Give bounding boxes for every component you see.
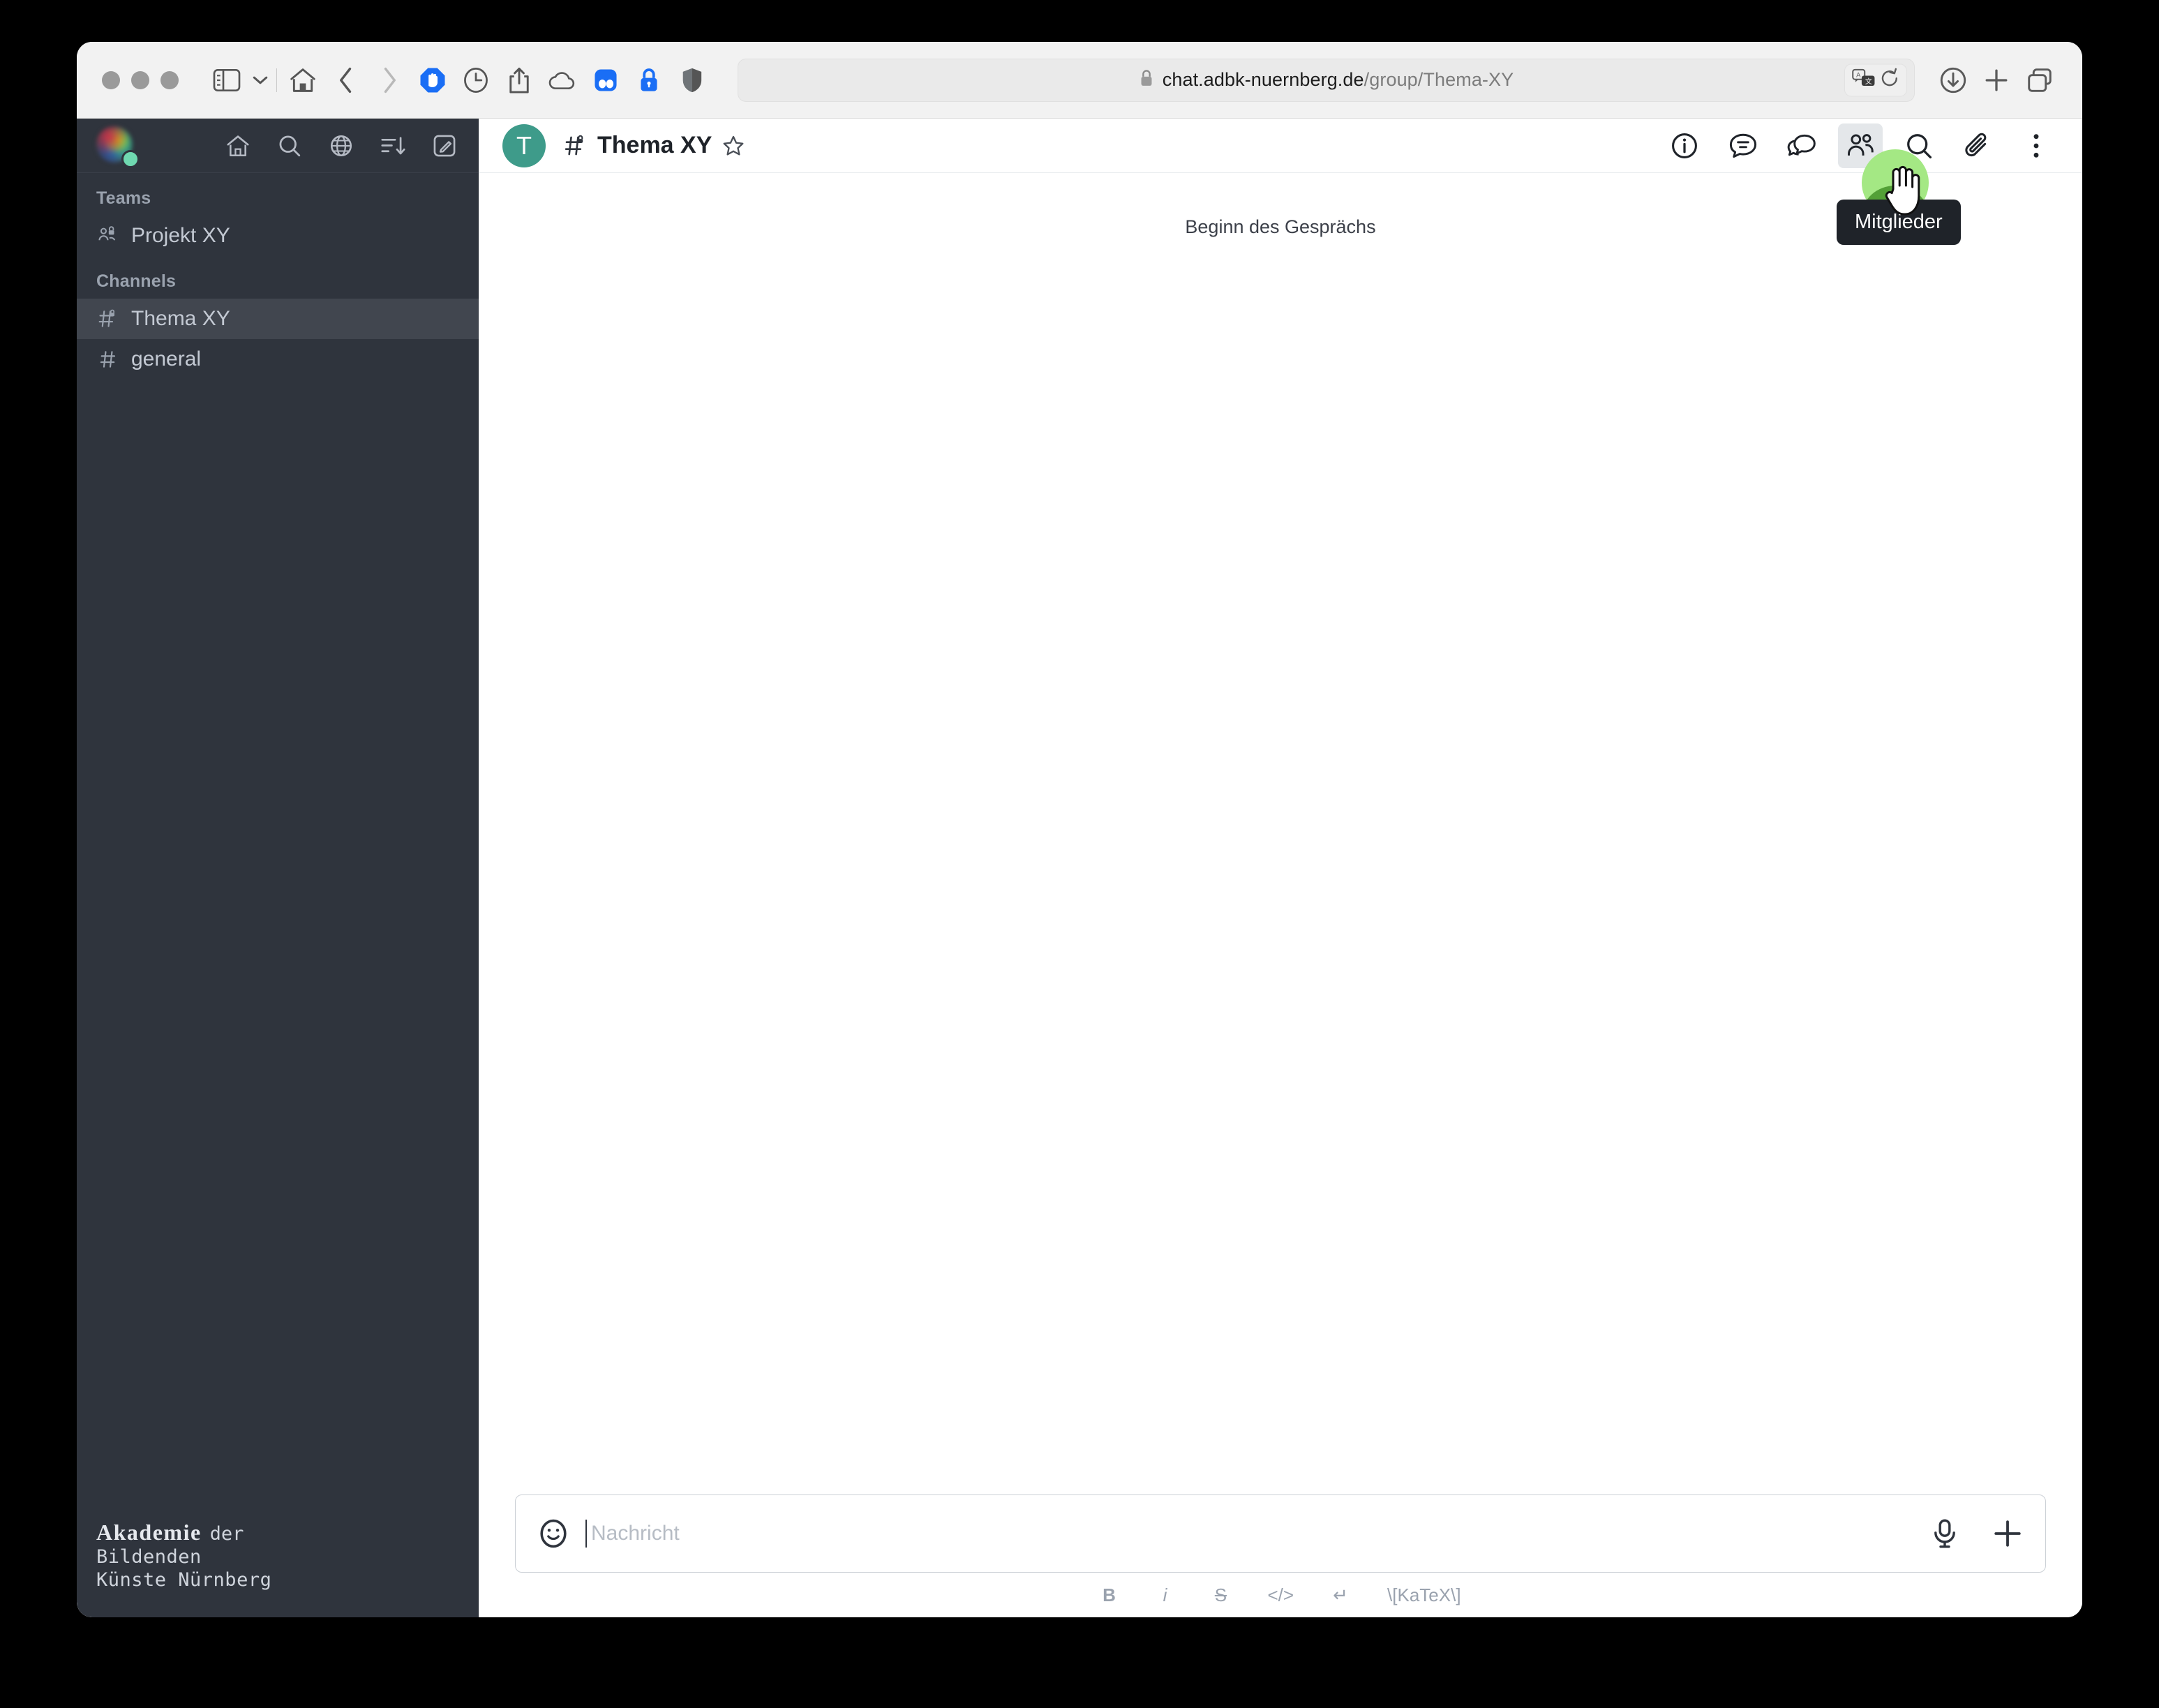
composer-area: B i S </> ↵ \[KaTeX\] xyxy=(479,1494,2082,1617)
sort-icon[interactable] xyxy=(380,133,406,159)
minimize-button[interactable] xyxy=(131,70,149,89)
chat-main: T Thema XY Beginn des Gesprächs Nachrich… xyxy=(479,119,2082,1617)
sidebar-section-channels: Channels xyxy=(96,271,177,291)
lock-icon xyxy=(1139,68,1154,91)
forward-icon xyxy=(368,59,411,102)
hash-icon xyxy=(96,347,120,371)
chat-header: T Thema XY xyxy=(479,119,2082,173)
share-icon[interactable] xyxy=(498,59,541,102)
hash-lock-icon xyxy=(96,307,120,331)
url-path: /group/Thema-XY xyxy=(1364,69,1514,90)
browser-window: chat.adbk-nuernberg.de/group/Thema-XY A文 xyxy=(77,42,2082,1617)
toolbar-divider xyxy=(276,68,277,92)
message-list: Beginn des Gesprächs xyxy=(479,173,2082,1494)
formatting-toolbar: B i S </> ↵ \[KaTeX\] xyxy=(515,1573,2046,1617)
search-icon[interactable] xyxy=(276,133,303,159)
chat-header-actions xyxy=(1662,123,2059,168)
sidebar-footer-logo: Akademie der Bildenden Künste Nürnberg xyxy=(77,1519,479,1617)
star-outline-icon[interactable] xyxy=(722,134,745,158)
threads-icon[interactable] xyxy=(1721,123,1765,168)
discussion-icon[interactable] xyxy=(1779,123,1824,168)
url-domain: chat.adbk-nuernberg.de xyxy=(1162,69,1364,90)
history-clock-icon[interactable] xyxy=(454,59,498,102)
team-private-icon xyxy=(96,224,120,248)
mouse-cursor-pointer xyxy=(1884,165,1926,223)
browser-toolbar: chat.adbk-nuernberg.de/group/Thema-XY A文 xyxy=(77,42,2082,119)
globe-icon[interactable] xyxy=(328,133,354,159)
sidebar-item-general[interactable]: general xyxy=(77,339,479,380)
format-code-button[interactable]: </> xyxy=(1267,1585,1294,1606)
format-italic-button[interactable]: i xyxy=(1156,1585,1174,1606)
sidebar-item-projekt-xy[interactable]: Projekt XY xyxy=(77,216,479,256)
logo-der: der xyxy=(209,1523,244,1545)
zoom-button[interactable] xyxy=(160,70,179,89)
password-lock-icon[interactable] xyxy=(627,59,671,102)
format-bold-button[interactable]: B xyxy=(1100,1585,1118,1606)
translate-icon[interactable]: A文 xyxy=(1852,68,1876,91)
sidebar-item-label: Projekt XY xyxy=(131,224,230,247)
back-icon[interactable] xyxy=(324,59,368,102)
logo-kuenste-nuernberg: Künste Nürnberg xyxy=(96,1569,272,1591)
microphone-icon[interactable] xyxy=(1925,1514,1964,1553)
reload-icon[interactable] xyxy=(1880,68,1899,92)
page-title: Thema XY xyxy=(597,132,712,158)
message-composer[interactable] xyxy=(515,1494,2046,1573)
plus-icon[interactable] xyxy=(1988,1514,2027,1553)
paperclip-icon[interactable] xyxy=(1955,123,2000,168)
privacy-shield-icon[interactable] xyxy=(671,59,714,102)
address-bar[interactable]: chat.adbk-nuernberg.de/group/Thema-XY A文 xyxy=(738,58,1915,102)
tab-overview-icon[interactable] xyxy=(2018,59,2061,102)
format-multiline-button[interactable]: ↵ xyxy=(1331,1585,1350,1606)
icloud-icon[interactable] xyxy=(541,59,584,102)
sidebar-item-label: general xyxy=(131,347,202,370)
address-bar-text: chat.adbk-nuernberg.de/group/Thema-XY xyxy=(1163,69,1514,91)
pocket-extension-icon[interactable] xyxy=(584,59,627,102)
sidebar-icon[interactable] xyxy=(205,59,248,102)
plus-icon[interactable] xyxy=(1975,59,2018,102)
info-circle-icon[interactable] xyxy=(1662,123,1707,168)
text-caret xyxy=(585,1520,587,1548)
close-button[interactable] xyxy=(102,70,120,89)
sidebar-section-teams: Teams xyxy=(96,188,151,208)
start-of-conversation-text: Beginn des Gesprächs xyxy=(1185,216,1376,237)
downloads-icon[interactable] xyxy=(1932,59,1975,102)
sidebar-item-thema-xy[interactable]: Thema XY xyxy=(77,299,479,339)
home-icon[interactable] xyxy=(225,133,251,159)
message-input[interactable] xyxy=(591,1522,1925,1545)
kebab-menu-icon[interactable] xyxy=(2014,123,2059,168)
svg-text:文: 文 xyxy=(1865,76,1872,85)
avatar[interactable] xyxy=(96,126,140,168)
logo-akademie: Akademie xyxy=(96,1520,202,1545)
sidebar-header xyxy=(77,119,479,173)
address-bar-right-controls[interactable]: A文 xyxy=(1844,63,1907,96)
create-new-icon[interactable] xyxy=(431,133,458,159)
sidebar: Teams Projekt XY Channels Thema XY gener… xyxy=(77,119,479,1617)
home-icon[interactable] xyxy=(281,59,324,102)
format-katex-button[interactable]: \[KaTeX\] xyxy=(1387,1585,1461,1606)
logo-bildenden: Bildenden xyxy=(96,1546,202,1568)
window-traffic-lights[interactable] xyxy=(102,70,179,89)
emoji-smiley-icon[interactable] xyxy=(534,1514,573,1553)
sidebar-item-label: Thema XY xyxy=(131,307,230,330)
svg-text:A: A xyxy=(1856,71,1861,78)
online-status-dot xyxy=(121,149,140,168)
rocketchat-app: Teams Projekt XY Channels Thema XY gener… xyxy=(77,119,2082,1617)
adblock-shield-icon[interactable] xyxy=(411,59,454,102)
channel-avatar[interactable]: T xyxy=(502,123,546,167)
chevron-down-icon[interactable] xyxy=(248,59,272,102)
format-strike-button[interactable]: S xyxy=(1211,1585,1230,1606)
hash-lock-icon xyxy=(564,134,588,158)
